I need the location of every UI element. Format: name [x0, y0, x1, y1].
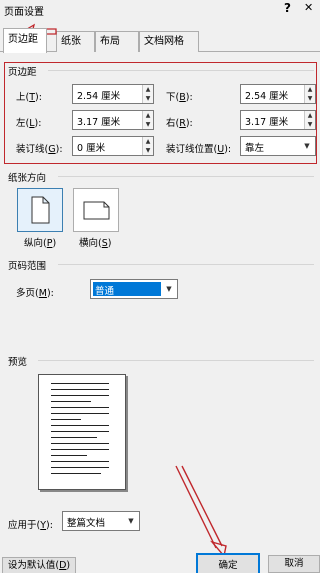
spin-down-icon[interactable]: ▼ [305, 94, 315, 103]
spin-up-icon[interactable]: ▲ [305, 111, 315, 120]
tab-layout[interactable]: 布局 [95, 31, 139, 52]
portrait-label: 纵向(P) [24, 238, 57, 249]
tab-doc-grid[interactable]: 文档网格 [139, 31, 199, 52]
annotation-arrow-icon [175, 465, 227, 558]
bottom-margin-spinner[interactable]: 2.54 厘米 ▲ ▼ [240, 84, 316, 104]
spin-up-icon[interactable]: ▲ [143, 85, 153, 94]
divider [48, 70, 314, 71]
help-button[interactable]: ? [284, 1, 291, 15]
left-margin-label: 左(L): [16, 118, 42, 129]
landscape-page-icon [83, 201, 110, 220]
multi-page-label: 多页(M): [16, 288, 54, 299]
apply-to-select[interactable]: 整篇文档 ▼ [62, 511, 140, 531]
divider [58, 264, 314, 265]
tab-margins[interactable]: 页边距 [3, 28, 47, 53]
landscape-label: 横向(S) [79, 238, 112, 249]
spin-down-icon[interactable]: ▼ [143, 120, 153, 129]
cancel-button[interactable]: 取消 [268, 555, 320, 573]
spin-up-icon[interactable]: ▲ [143, 137, 153, 146]
landscape-button[interactable] [73, 188, 119, 232]
spin-up-icon[interactable]: ▲ [305, 85, 315, 94]
pages-group-label: 页码范围 [8, 261, 47, 272]
spin-down-icon[interactable]: ▼ [305, 120, 315, 129]
top-margin-spinner[interactable]: 2.54 厘米 ▲ ▼ [72, 84, 154, 104]
preview-page [38, 374, 126, 490]
divider [58, 176, 314, 177]
portrait-page-icon [31, 196, 50, 224]
multi-page-select[interactable]: 普通 ▼ [90, 279, 178, 299]
ok-button[interactable]: 确定 [196, 553, 260, 573]
portrait-button[interactable] [17, 188, 63, 232]
window-title: 页面设置 [4, 7, 44, 18]
chevron-down-icon: ▼ [304, 142, 310, 150]
close-button[interactable]: ✕ [304, 1, 313, 14]
gutter-label: 装订线(G): [16, 144, 63, 155]
orientation-group-label: 纸张方向 [8, 173, 47, 184]
right-margin-spinner[interactable]: 3.17 厘米 ▲ ▼ [240, 110, 316, 130]
left-margin-spinner[interactable]: 3.17 厘米 ▲ ▼ [72, 110, 154, 130]
chevron-down-icon: ▼ [166, 285, 172, 293]
bottom-margin-label: 下(B): [166, 92, 193, 103]
spin-down-icon[interactable]: ▼ [143, 146, 153, 155]
chevron-down-icon: ▼ [128, 517, 134, 525]
tab-paper[interactable]: 纸张 [56, 31, 95, 52]
right-margin-label: 右(R): [166, 118, 193, 129]
apply-to-label: 应用于(Y): [8, 520, 53, 531]
set-default-button[interactable]: 设为默认值(D) [2, 557, 76, 573]
preview-group-label: 预览 [8, 357, 28, 368]
gutter-spinner[interactable]: 0 厘米 ▲ ▼ [72, 136, 154, 156]
margins-group-label: 页边距 [8, 67, 37, 78]
spin-down-icon[interactable]: ▼ [143, 94, 153, 103]
top-margin-label: 上(T): [16, 92, 42, 103]
gutter-position-select[interactable]: 靠左 ▼ [240, 136, 316, 156]
gutter-position-label: 装订线位置(U): [166, 144, 232, 155]
spin-up-icon[interactable]: ▲ [143, 111, 153, 120]
divider [38, 360, 314, 361]
